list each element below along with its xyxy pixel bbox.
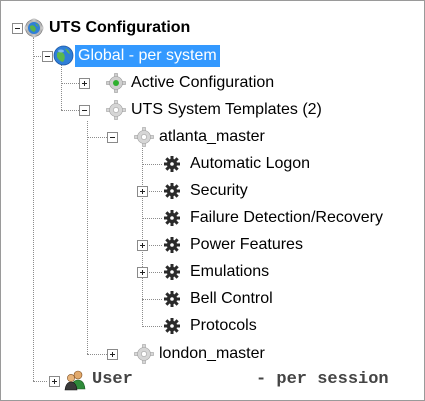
expand-toggle[interactable] (137, 186, 148, 197)
node-label[interactable]: Power Features (187, 234, 306, 256)
collapse-toggle[interactable] (42, 51, 53, 62)
node-label[interactable]: london_master (156, 343, 268, 365)
cog-icon (164, 264, 180, 280)
tree-connector (61, 110, 79, 111)
tree-connector (61, 65, 62, 110)
tree-connector (142, 164, 162, 165)
gear-icon (106, 100, 126, 120)
tree-connector (142, 148, 143, 327)
gear-icon (134, 127, 154, 147)
tree-connector (142, 326, 162, 327)
tree-view[interactable]: UTS Configuration Global - per system Ac… (0, 0, 425, 401)
expand-toggle[interactable] (137, 267, 148, 278)
node-label[interactable]: Emulations (187, 261, 272, 283)
gear-green-dot-icon (106, 73, 126, 93)
tree-connector (87, 121, 88, 354)
tree-connector (33, 37, 34, 381)
node-label[interactable]: Failure Detection/Recovery (187, 207, 386, 229)
cog-icon (164, 210, 180, 226)
tree-connector (87, 354, 107, 355)
globe-icon (53, 45, 74, 66)
collapse-toggle[interactable] (12, 23, 23, 34)
node-label[interactable]: Automatic Logon (187, 153, 313, 175)
cog-icon (164, 318, 180, 334)
tree-connector (33, 381, 47, 382)
tree-connector (142, 218, 162, 219)
cog-icon (164, 183, 180, 199)
tree-connector (87, 137, 107, 138)
expand-toggle[interactable] (79, 78, 90, 89)
cog-icon (164, 156, 180, 172)
node-label[interactable]: UTS System Templates (2) (128, 99, 325, 121)
tree-connector (61, 83, 79, 84)
node-label[interactable]: UTS Configuration (46, 17, 193, 39)
cog-icon (164, 237, 180, 253)
node-label[interactable]: User (89, 369, 136, 391)
expand-toggle[interactable] (49, 376, 60, 387)
node-label[interactable]: Global - per system (75, 45, 220, 67)
node-label[interactable]: atlanta_master (156, 126, 268, 148)
node-label[interactable]: Bell Control (187, 288, 276, 310)
expand-toggle[interactable] (107, 349, 118, 360)
tree-connector (142, 299, 162, 300)
cog-icon (164, 291, 180, 307)
node-label[interactable]: Security (187, 180, 251, 202)
collapse-toggle[interactable] (107, 132, 118, 143)
globe-gear-icon (24, 18, 44, 38)
node-label-suffix: - per session (256, 370, 389, 389)
node-label[interactable]: Protocols (187, 315, 260, 337)
node-label[interactable]: Active Configuration (128, 72, 277, 94)
gear-icon (134, 344, 154, 364)
collapse-toggle[interactable] (79, 105, 90, 116)
expand-toggle[interactable] (137, 240, 148, 251)
users-icon (64, 370, 86, 391)
